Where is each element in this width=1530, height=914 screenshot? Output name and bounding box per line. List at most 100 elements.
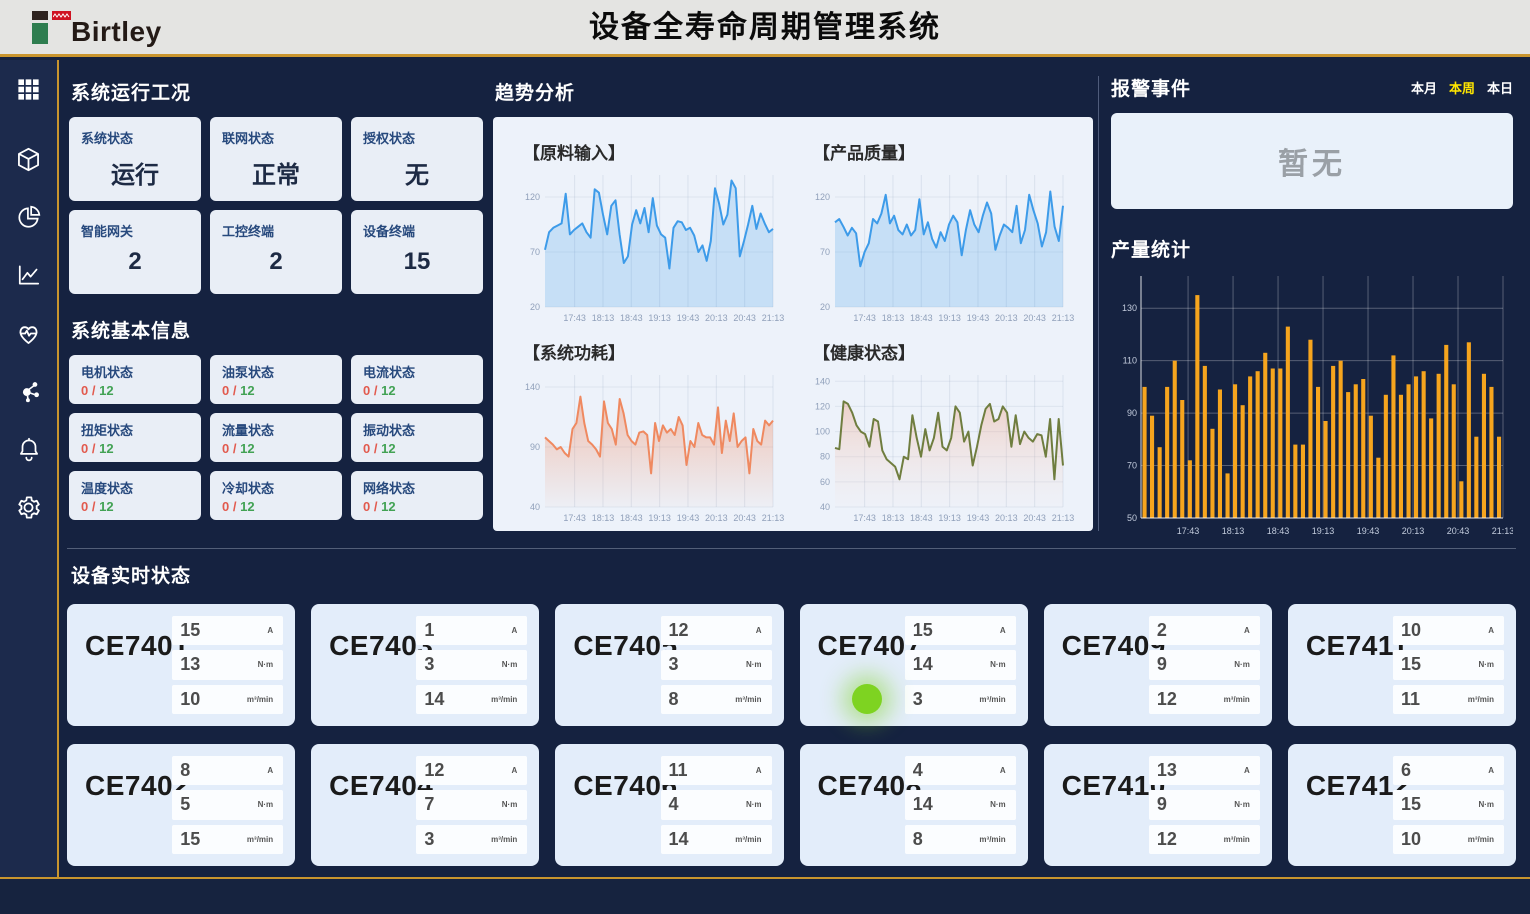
cube-icon[interactable] [9, 144, 49, 174]
gear-icon[interactable] [9, 492, 49, 522]
svg-text:120: 120 [815, 192, 830, 202]
card-value: 15 [363, 248, 471, 276]
svg-text:18:13: 18:13 [1222, 526, 1245, 536]
svg-text:20:43: 20:43 [1023, 513, 1046, 523]
svg-text:70: 70 [530, 247, 540, 257]
device-metric-row: 15N·m [1393, 790, 1504, 819]
device-metrics: 8A5N·m15m³/min [172, 756, 283, 854]
pie-chart-icon[interactable] [9, 202, 49, 232]
device-name: CE7401 [85, 630, 172, 714]
svg-text:20:13: 20:13 [705, 513, 728, 523]
device-metric-row: 4N·m [661, 790, 772, 819]
device-metric-row: 6A [1393, 756, 1504, 785]
device-metric-row: 14m³/min [416, 685, 527, 714]
device-metric-row: 10A [1393, 616, 1504, 645]
chart-title: 【系统功耗】 [511, 331, 785, 359]
device-card[interactable]: CE740412A7N·m3m³/min [311, 744, 539, 866]
device-metric-row: 8m³/min [661, 685, 772, 714]
health-heart-icon[interactable] [9, 318, 49, 348]
device-card[interactable]: CE740512A3N·m8m³/min [555, 604, 783, 726]
device-card[interactable]: CE74028A5N·m15m³/min [67, 744, 295, 866]
svg-text:20:13: 20:13 [995, 513, 1018, 523]
trend-charts-card: 【原料输入】 17:4318:1318:4319:1319:4320:1320:… [493, 117, 1093, 531]
metric-value: 8 [913, 829, 923, 850]
metric-value: 12 [1157, 689, 1177, 710]
status-indicator-green [852, 684, 882, 714]
devices-panel: 设备实时状态 CE740115A13N·m10m³/minCE74031A3N·… [67, 548, 1516, 866]
device-card[interactable]: CE741013A9N·m12m³/min [1044, 744, 1272, 866]
svg-text:130: 130 [1122, 303, 1137, 313]
card-label: 智能网关 [81, 221, 189, 240]
card-label: 扭矩状态 [81, 420, 189, 439]
alarm-tab-本日[interactable]: 本日 [1487, 78, 1513, 97]
raw-input-chart: 17:4318:1318:4319:1319:4320:1320:4321:13… [511, 165, 785, 325]
alarm-tab-本周[interactable]: 本周 [1449, 78, 1475, 97]
line-chart-icon[interactable] [9, 260, 49, 290]
chart-quality: 【产品质量】 17:4318:1318:4319:1319:4320:1320:… [793, 125, 1083, 325]
metric-value: 4 [913, 760, 923, 781]
svg-text:19:13: 19:13 [1312, 526, 1335, 536]
device-metric-row: 13N·m [172, 650, 283, 679]
device-metric-row: 15A [172, 616, 283, 645]
metric-value: 1 [424, 620, 434, 641]
metric-unit: m³/min [1224, 695, 1250, 704]
svg-text:18:43: 18:43 [1267, 526, 1290, 536]
apps-grid-icon[interactable] [9, 74, 49, 104]
status-card: 设备终端15 [351, 210, 483, 294]
chart-title: 【健康状态】 [801, 331, 1075, 359]
device-metric-row: 3N·m [416, 650, 527, 679]
metric-unit: N·m [502, 800, 518, 809]
sidebar [0, 60, 59, 877]
metric-value: 11 [669, 760, 688, 781]
network-icon[interactable] [9, 376, 49, 406]
card-label: 工控终端 [222, 221, 330, 240]
svg-text:19:43: 19:43 [1357, 526, 1380, 536]
metric-value: 9 [1157, 654, 1167, 675]
svg-text:70: 70 [1127, 461, 1137, 471]
metric-unit: m³/min [735, 695, 761, 704]
card-label: 系统状态 [81, 128, 189, 147]
device-card[interactable]: CE740611A4N·m14m³/min [555, 744, 783, 866]
svg-text:18:13: 18:13 [882, 313, 905, 323]
card-label: 授权状态 [363, 128, 471, 147]
svg-text:21:13: 21:13 [1052, 313, 1075, 323]
device-metric-row: 2A [1149, 616, 1260, 645]
alarm-title: 报警事件 [1111, 74, 1191, 101]
alarm-tab-本月[interactable]: 本月 [1411, 78, 1437, 97]
device-metrics: 13A9N·m12m³/min [1149, 756, 1260, 854]
metric-value: 3 [424, 829, 434, 850]
device-metric-row: 14N·m [905, 790, 1016, 819]
svg-text:17:43: 17:43 [563, 513, 586, 523]
device-card[interactable]: CE74092A9N·m12m³/min [1044, 604, 1272, 726]
card-label: 联网状态 [222, 128, 330, 147]
device-card[interactable]: CE741110A15N·m11m³/min [1288, 604, 1516, 726]
bell-icon[interactable] [9, 434, 49, 464]
svg-text:19:43: 19:43 [967, 313, 990, 323]
metric-value: 13 [1157, 760, 1177, 781]
metric-value: 15 [913, 620, 933, 641]
alarm-production-panel: 报警事件 本月本周本日 暂无 产量统计 50709011013017:4318:… [1111, 74, 1513, 540]
metric-unit: A [512, 626, 518, 635]
svg-text:19:43: 19:43 [677, 313, 700, 323]
device-name: CE7412 [1306, 770, 1393, 854]
metric-unit: N·m [258, 800, 274, 809]
info-card: 油泵状态0 / 12 [210, 355, 342, 404]
device-card[interactable]: CE740115A13N·m10m³/min [67, 604, 295, 726]
device-name: CE7409 [1062, 630, 1149, 714]
devices-title: 设备实时状态 [71, 561, 1516, 588]
device-metric-row: 14N·m [905, 650, 1016, 679]
device-card[interactable]: CE74126A15N·m10m³/min [1288, 744, 1516, 866]
metric-unit: A [512, 766, 518, 775]
metric-value: 6 [1401, 760, 1411, 781]
metric-value: 7 [424, 794, 434, 815]
device-metrics: 4A14N·m8m³/min [905, 756, 1016, 854]
metric-value: 10 [180, 689, 200, 710]
page-title: 设备全寿命周期管理系统 [0, 0, 1530, 56]
svg-text:140: 140 [525, 382, 540, 392]
chart-title: 【原料输入】 [511, 131, 785, 159]
device-card[interactable]: CE74031A3N·m14m³/min [311, 604, 539, 726]
device-metric-row: 4A [905, 756, 1016, 785]
device-card[interactable]: CE74084A14N·m8m³/min [800, 744, 1028, 866]
svg-text:60: 60 [820, 477, 830, 487]
device-card[interactable]: CE740715A14N·m3m³/min [800, 604, 1028, 726]
